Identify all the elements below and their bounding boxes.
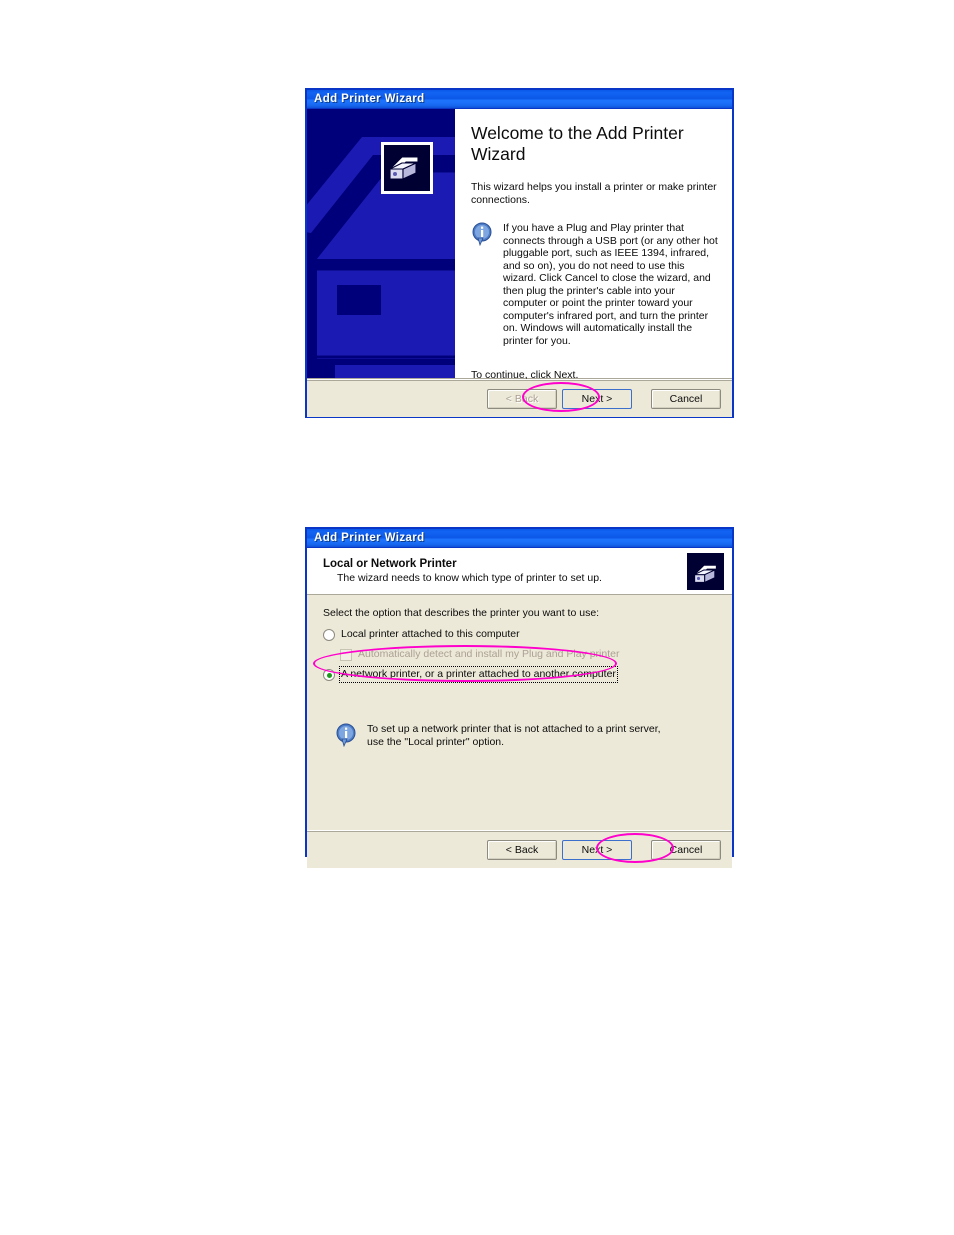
cancel-button[interactable]: Cancel (651, 388, 721, 409)
wizard-banner-panel (307, 109, 455, 378)
add-printer-wizard-local-network-dialog: Add Printer Wizard Local or Network Prin… (306, 528, 733, 868)
welcome-heading: Welcome to the Add Printer Wizard (471, 123, 684, 164)
back-button[interactable]: < Back (487, 388, 557, 409)
window-title: Add Printer Wizard (314, 93, 425, 105)
next-button[interactable]: Next > (562, 839, 632, 860)
page-info-text: To set up a network printer that is not … (367, 723, 661, 748)
info-icon (471, 222, 493, 247)
printer-icon (687, 552, 724, 590)
option-network-printer-label: A network printer, or a printer attached… (339, 666, 618, 683)
local-network-footer: < Back Next > Cancel (307, 830, 732, 868)
page-subtitle: The wizard needs to know which type of p… (337, 572, 602, 584)
next-button-label: Next > (581, 843, 613, 856)
checkbox-autodetect-plugplay[interactable] (340, 649, 352, 661)
option-autodetect-plugplay[interactable]: Automatically detect and install my Plug… (340, 648, 716, 661)
welcome-body: Welcome to the Add Printer Wizard This w… (307, 109, 732, 381)
cancel-button-label: Cancel (669, 843, 703, 856)
welcome-info-block: If you have a Plug and Play printer that… (471, 222, 718, 347)
info-icon (335, 723, 357, 748)
radio-local-printer[interactable] (323, 629, 335, 641)
window-title: Add Printer Wizard (314, 532, 425, 544)
radio-network-printer[interactable] (323, 669, 335, 681)
cancel-button[interactable]: Cancel (651, 839, 721, 860)
add-printer-wizard-welcome-dialog: Add Printer Wizard Welcome to the Add Pr… (306, 89, 733, 417)
page-title: Local or Network Printer (323, 558, 457, 570)
titlebar-local-network: Add Printer Wizard (307, 529, 732, 548)
welcome-content: Welcome to the Add Printer Wizard This w… (455, 109, 732, 381)
option-local-printer-label: Local printer attached to this computer (341, 628, 520, 640)
welcome-intro-text: This wizard helps you install a printer … (471, 181, 717, 206)
printer-icon (381, 142, 433, 194)
page-header-text: Local or Network Printer The wizard need… (323, 558, 602, 584)
back-button-label: < Back (505, 392, 539, 405)
next-button[interactable]: Next > (562, 388, 632, 409)
option-prompt: Select the option that describes the pri… (323, 607, 600, 619)
back-button[interactable]: < Back (487, 839, 557, 860)
option-local-printer[interactable]: Local printer attached to this computer (323, 628, 716, 641)
cancel-button-label: Cancel (669, 392, 703, 405)
page-header: Local or Network Printer The wizard need… (307, 548, 732, 595)
welcome-footer: < Back Next > Cancel (307, 379, 732, 417)
page-body: Select the option that describes the pri… (307, 595, 732, 830)
option-network-printer[interactable]: A network printer, or a printer attached… (323, 666, 716, 683)
welcome-info-text: If you have a Plug and Play printer that… (503, 222, 718, 347)
back-button-label: < Back (505, 843, 539, 856)
page-info-block: To set up a network printer that is not … (335, 723, 665, 748)
option-autodetect-plugplay-label: Automatically detect and install my Plug… (358, 648, 620, 660)
titlebar-welcome: Add Printer Wizard (307, 90, 732, 109)
next-button-label: Next > (581, 392, 613, 405)
